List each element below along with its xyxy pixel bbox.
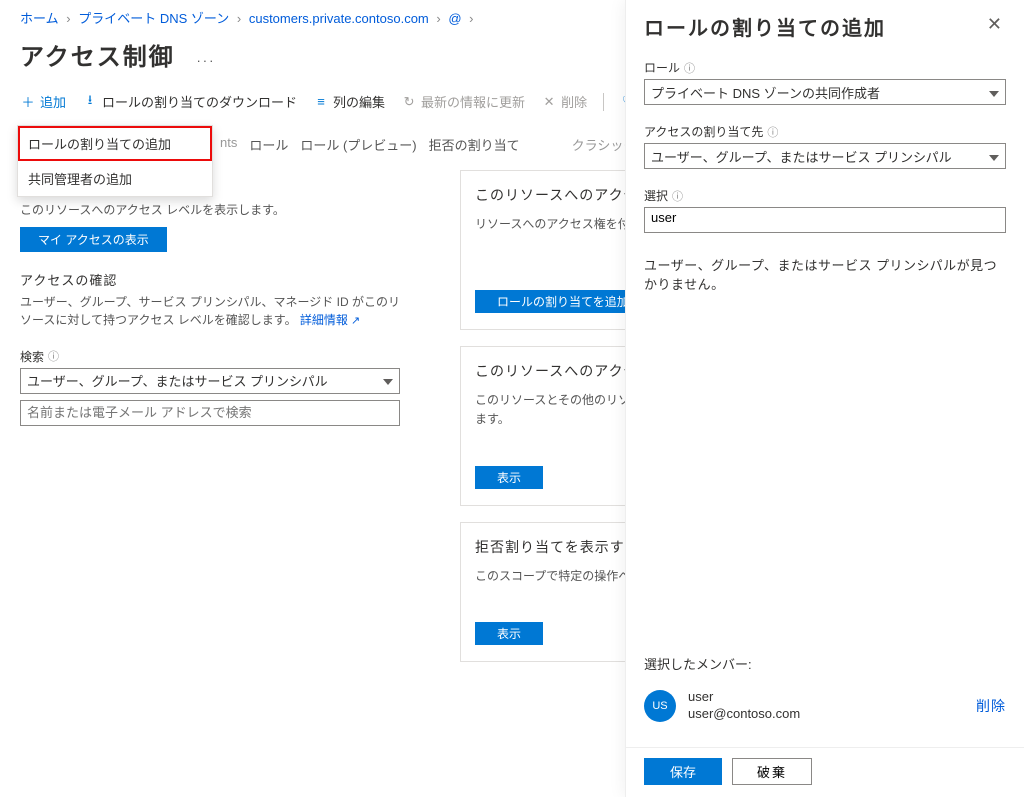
download-label: ロールの割り当てのダウンロード xyxy=(102,92,297,111)
not-found-text: ユーザー、グループ、またはサービス プリンシパルが見つかりません。 xyxy=(644,255,1006,293)
card-deny-button[interactable]: 表示 xyxy=(475,622,543,645)
check-access-link[interactable]: 詳細情報 xyxy=(300,313,360,327)
selected-members: 選択したメンバー: US user user@contoso.com 削除 xyxy=(644,654,1006,723)
download-icon: ⭳ xyxy=(82,94,98,110)
my-access-desc: このリソースへのアクセス レベルを表示します。 xyxy=(20,201,400,219)
bc-zone[interactable]: プライベート DNS ゾーン xyxy=(78,11,229,26)
refresh-button[interactable]: ↻ 最新の情報に更新 xyxy=(401,92,525,111)
role-value: プライベート DNS ゾーンの共同作成者 xyxy=(651,83,880,102)
assign-to-field: アクセスの割り当て先 ユーザー、グループ、またはサービス プリンシパル xyxy=(644,123,1006,169)
edit-columns-label: 列の編集 xyxy=(333,92,385,111)
bc-domain[interactable]: customers.private.contoso.com xyxy=(249,11,429,26)
selected-members-label: 選択したメンバー: xyxy=(644,654,1006,673)
add-label: 追加 xyxy=(40,92,66,111)
search-scope-value: ユーザー、グループ、またはサービス プリンシパル xyxy=(27,371,328,390)
my-access-button[interactable]: マイ アクセスの表示 xyxy=(20,227,167,252)
select-field: 選択 xyxy=(644,187,1006,233)
refresh-icon: ↻ xyxy=(401,94,417,110)
search-block: 検索 ユーザー、グループ、またはサービス プリンシパル xyxy=(20,348,400,426)
discard-button[interactable]: 破棄 xyxy=(732,758,812,785)
check-access-block: アクセスの確認 ユーザー、グループ、サービス プリンシパル、マネージド ID が… xyxy=(20,270,400,330)
select-label: 選択 xyxy=(644,187,668,204)
save-button[interactable]: 保存 xyxy=(644,758,722,785)
check-access-title: アクセスの確認 xyxy=(20,270,400,293)
select-input-wrap[interactable] xyxy=(644,207,1006,233)
role-select[interactable]: プライベート DNS ゾーンの共同作成者 xyxy=(644,79,1006,105)
member-email: user@contoso.com xyxy=(688,706,800,723)
assign-to-label: アクセスの割り当て先 xyxy=(644,123,763,140)
search-label: 検索 xyxy=(20,348,400,365)
avatar: US xyxy=(644,690,676,722)
download-button[interactable]: ⭳ ロールの割り当てのダウンロード xyxy=(82,92,297,111)
delete-label: 削除 xyxy=(561,92,587,111)
tab-roles[interactable]: ロール xyxy=(249,131,288,158)
add-menu-coadmin[interactable]: 共同管理者の追加 xyxy=(18,161,212,196)
search-label-text: 検索 xyxy=(20,348,44,365)
check-access-desc: ユーザー、グループ、サービス プリンシパル、マネージド ID がこのリソースに対… xyxy=(20,293,400,330)
close-icon[interactable]: ✕ xyxy=(983,12,1006,37)
search-input[interactable] xyxy=(27,405,393,420)
member-name: user xyxy=(688,689,800,706)
panel-title: ロールの割り当ての追加 xyxy=(644,12,886,41)
delete-icon: ✕ xyxy=(541,94,557,110)
role-label: ロール xyxy=(644,59,680,76)
info-icon xyxy=(767,124,778,140)
assign-to-select[interactable]: ユーザー、グループ、またはサービス プリンシパル xyxy=(644,143,1006,169)
chevron-down-icon xyxy=(383,373,393,388)
select-input[interactable] xyxy=(651,210,999,225)
assign-to-value: ユーザー、グループ、またはサービス プリンシパル xyxy=(651,147,952,166)
info-icon xyxy=(684,60,695,76)
add-button[interactable]: ＋ 追加 xyxy=(20,92,66,111)
add-menu-role-assignment[interactable]: ロールの割り当ての追加 xyxy=(18,126,212,161)
remove-member-button[interactable]: 削除 xyxy=(976,696,1006,716)
panel-footer: 保存 破棄 xyxy=(626,747,1024,797)
info-icon xyxy=(672,188,683,204)
info-icon xyxy=(48,348,59,364)
delete-button[interactable]: ✕ 削除 xyxy=(541,92,587,111)
tab-partial[interactable]: nts xyxy=(220,131,237,158)
search-input-wrap[interactable] xyxy=(20,400,400,426)
page-title: アクセス制御 xyxy=(20,33,175,74)
left-column: マイ アクセス このリソースへのアクセス レベルを表示します。 マイ アクセスの… xyxy=(20,170,400,444)
bc-at[interactable]: @ xyxy=(448,11,461,26)
plus-icon: ＋ xyxy=(20,94,36,110)
chevron-down-icon xyxy=(989,85,999,100)
tab-deny[interactable]: 拒否の割り当て xyxy=(429,131,520,158)
title-more-menu[interactable]: ··· xyxy=(178,53,215,68)
add-menu: ロールの割り当ての追加 共同管理者の追加 xyxy=(17,125,213,197)
edit-columns-button[interactable]: ≡ 列の編集 xyxy=(313,92,385,111)
tab-roles-preview[interactable]: ロール (プレビュー) xyxy=(300,131,416,158)
card-view-button[interactable]: 表示 xyxy=(475,466,543,489)
toolbar-separator xyxy=(603,93,604,111)
bc-home[interactable]: ホーム xyxy=(20,11,59,26)
search-scope-select[interactable]: ユーザー、グループ、またはサービス プリンシパル xyxy=(20,368,400,394)
add-role-assignment-panel: ロールの割り当ての追加 ✕ ロール プライベート DNS ゾーンの共同作成者 ア… xyxy=(626,0,1024,797)
columns-icon: ≡ xyxy=(313,94,329,110)
role-field: ロール プライベート DNS ゾーンの共同作成者 xyxy=(644,59,1006,105)
chevron-down-icon xyxy=(989,149,999,164)
member-row: US user user@contoso.com 削除 xyxy=(644,689,1006,723)
refresh-label: 最新の情報に更新 xyxy=(421,92,525,111)
